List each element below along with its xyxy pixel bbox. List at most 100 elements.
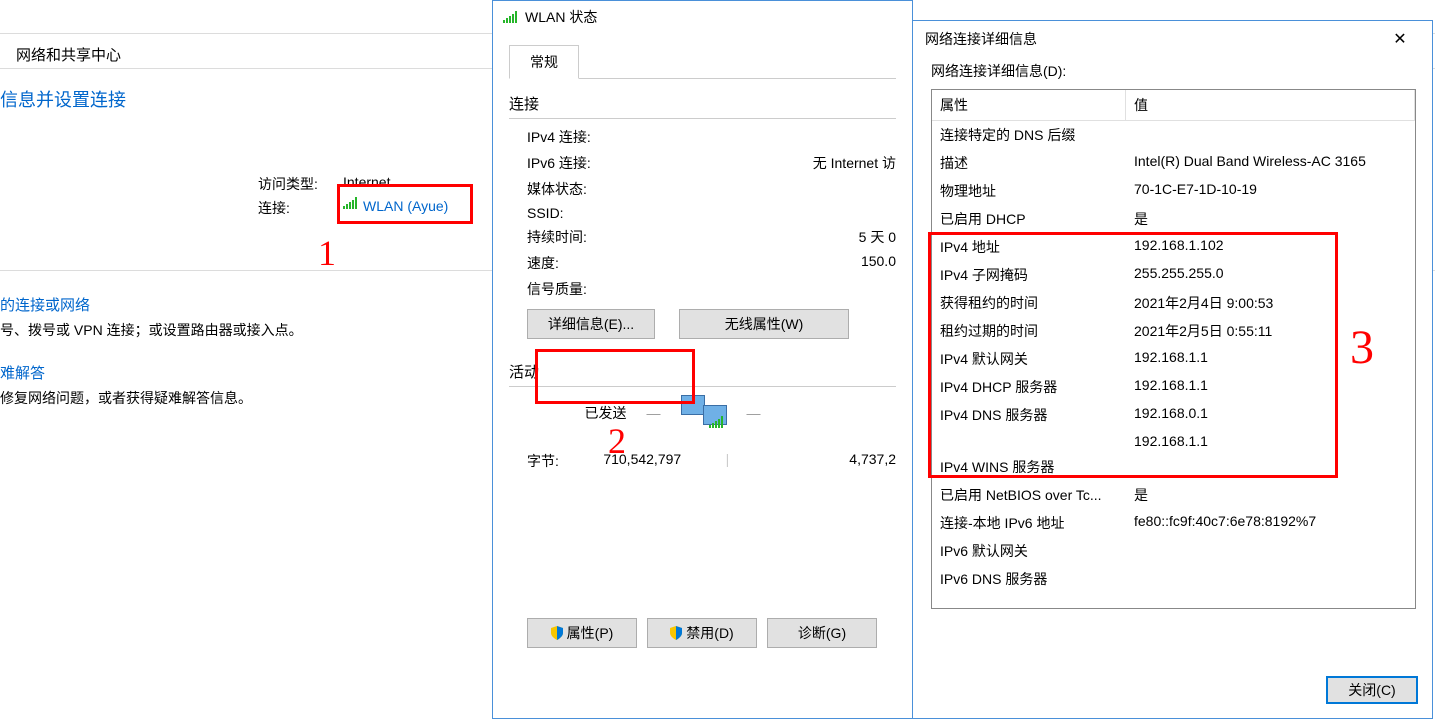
details-row[interactable]: IPv4 DNS 服务器192.168.0.1 — [932, 401, 1415, 429]
connection-details-window: 网络连接详细信息 ✕ 网络连接详细信息(D): 属性 值 连接特定的 DNS 后… — [912, 20, 1433, 719]
connections-label: 连接: — [258, 200, 290, 216]
duration-label: 持续时间: — [527, 227, 587, 247]
details-row[interactable]: IPv4 默认网关192.168.1.1 — [932, 345, 1415, 373]
details-property: 连接-本地 IPv6 地址 — [932, 511, 1126, 535]
details-listbox[interactable]: 属性 值 连接特定的 DNS 后缀描述Intel(R) Dual Band Wi… — [931, 89, 1416, 609]
signal-quality-label: 信号质量: — [527, 279, 587, 299]
details-row[interactable]: 192.168.1.1 — [932, 429, 1415, 453]
wifi-signal-icon — [343, 197, 359, 209]
details-value — [1126, 123, 1415, 147]
details-row[interactable]: 租约过期的时间2021年2月5日 0:55:11 — [932, 317, 1415, 345]
details-property: 已启用 DHCP — [932, 207, 1126, 231]
details-property: 租约过期的时间 — [932, 319, 1126, 343]
details-property: IPv4 WINS 服务器 — [932, 455, 1126, 479]
details-value: fe80::fc9f:40c7:6e78:8192%7 — [1126, 511, 1415, 535]
close-dialog-button[interactable]: 关闭(C) — [1326, 676, 1418, 704]
details-value: 是 — [1126, 483, 1415, 507]
details-row[interactable]: 已启用 DHCP是 — [932, 205, 1415, 233]
media-state-label: 媒体状态: — [527, 179, 587, 199]
details-property: IPv4 DNS 服务器 — [932, 403, 1126, 427]
section-new-connection-desc: 号、拨号或 VPN 连接；或设置路由器或接入点。 — [0, 320, 303, 340]
section-new-connection-link[interactable]: 的连接或网络 — [0, 294, 90, 315]
section-troubleshoot-desc: 修复网络问题，或者获得疑难解答信息。 — [0, 388, 252, 408]
sent-label: 已发送 — [585, 403, 627, 423]
details-value — [1126, 539, 1415, 563]
details-property: IPv4 地址 — [932, 235, 1126, 259]
shield-icon — [551, 626, 563, 640]
details-value: 是 — [1126, 207, 1415, 231]
column-header-value[interactable]: 值 — [1126, 90, 1415, 121]
window-title-ncp: 网络和共享中心 — [16, 44, 121, 65]
details-property: 连接特定的 DNS 后缀 — [932, 123, 1126, 147]
details-value: Intel(R) Dual Band Wireless-AC 3165 — [1126, 151, 1415, 175]
diagnose-button[interactable]: 诊断(G) — [767, 618, 877, 648]
details-row[interactable]: 连接特定的 DNS 后缀 — [932, 121, 1415, 149]
details-value: 192.168.0.1 — [1126, 403, 1415, 427]
ipv4-conn-label: IPv4 连接: — [527, 127, 591, 147]
bytes-recv-value: 4,737,2 — [729, 451, 896, 471]
wlan-status-title: WLAN 状态 — [525, 7, 597, 27]
details-row[interactable]: IPv6 DNS 服务器 — [932, 565, 1415, 593]
wlan-status-titlebar[interactable]: WLAN 状态 — [493, 1, 912, 35]
details-property: IPv4 子网掩码 — [932, 263, 1126, 287]
details-list-label: 网络连接详细信息(D): — [931, 61, 1416, 81]
details-property: IPv4 DHCP 服务器 — [932, 375, 1126, 399]
details-row[interactable]: IPv6 默认网关 — [932, 537, 1415, 565]
details-property: 描述 — [932, 151, 1126, 175]
details-row[interactable]: IPv4 地址192.168.1.102 — [932, 233, 1415, 261]
details-row[interactable]: 描述Intel(R) Dual Band Wireless-AC 3165 — [932, 149, 1415, 177]
wlan-status-window: WLAN 状态 常规 连接 IPv4 连接: IPv6 连接: 无 Interne… — [492, 0, 913, 719]
details-titlebar[interactable]: 网络连接详细信息 ✕ — [913, 21, 1432, 61]
details-value: 192.168.1.1 — [1126, 431, 1415, 451]
ipv6-conn-value: 无 Internet 访 — [813, 153, 896, 173]
bytes-label: 字节: — [527, 451, 559, 471]
connection-link-wlan[interactable]: WLAN (Ayue) — [363, 198, 448, 214]
disable-button[interactable]: 禁用(D) — [647, 618, 757, 648]
details-property: IPv6 默认网关 — [932, 539, 1126, 563]
column-header-property[interactable]: 属性 — [932, 90, 1126, 121]
details-property: 已启用 NetBIOS over Tc... — [932, 483, 1126, 507]
annotation-number-1: 1 — [318, 232, 336, 274]
details-value — [1126, 567, 1415, 591]
section-troubleshoot-link[interactable]: 难解答 — [0, 362, 45, 383]
heading-info-setup: 信息并设置连接 — [0, 86, 126, 112]
bytes-sent-value: 710,542,797 — [559, 451, 726, 471]
details-window-title: 网络连接详细信息 — [925, 29, 1037, 49]
shield-icon — [670, 626, 682, 640]
details-property: IPv4 默认网关 — [932, 347, 1126, 371]
wireless-properties-button[interactable]: 无线属性(W) — [679, 309, 849, 339]
ssid-label: SSID: — [527, 205, 564, 221]
details-row[interactable]: IPv4 WINS 服务器 — [932, 453, 1415, 481]
details-row[interactable]: IPv4 DHCP 服务器192.168.1.1 — [932, 373, 1415, 401]
activity-section-label: 活动 — [509, 361, 896, 382]
details-value: 70-1C-E7-1D-10-19 — [1126, 179, 1415, 203]
details-row[interactable]: 已启用 NetBIOS over Tc...是 — [932, 481, 1415, 509]
speed-value: 150.0 — [861, 253, 896, 273]
details-value: 2021年2月5日 0:55:11 — [1126, 319, 1415, 343]
speed-label: 速度: — [527, 253, 559, 273]
details-value: 192.168.1.102 — [1126, 235, 1415, 259]
details-property: 物理地址 — [932, 179, 1126, 203]
properties-button[interactable]: 属性(P) — [527, 618, 637, 648]
details-value: 255.255.255.0 — [1126, 263, 1415, 287]
access-type-value: Internet — [343, 174, 390, 190]
ipv6-conn-label: IPv6 连接: — [527, 153, 591, 173]
details-row[interactable]: 物理地址70-1C-E7-1D-10-19 — [932, 177, 1415, 205]
network-activity-icon — [681, 395, 727, 431]
details-button[interactable]: 详细信息(E)... — [527, 309, 655, 339]
details-property — [932, 431, 1126, 451]
details-row[interactable]: IPv4 子网掩码255.255.255.0 — [932, 261, 1415, 289]
details-property: IPv6 DNS 服务器 — [932, 567, 1126, 591]
wifi-signal-icon — [503, 11, 519, 23]
access-type-label: 访问类型: — [258, 176, 318, 192]
connection-section-label: 连接 — [509, 93, 896, 114]
details-value: 192.168.1.1 — [1126, 375, 1415, 399]
details-row[interactable]: 获得租约的时间2021年2月4日 9:00:53 — [932, 289, 1415, 317]
duration-value: 5 天 0 — [859, 227, 896, 247]
tab-general[interactable]: 常规 — [509, 45, 579, 79]
details-row[interactable]: 连接-本地 IPv6 地址fe80::fc9f:40c7:6e78:8192%7 — [932, 509, 1415, 537]
details-value: 192.168.1.1 — [1126, 347, 1415, 371]
close-button[interactable]: ✕ — [1378, 29, 1422, 49]
details-value: 2021年2月4日 9:00:53 — [1126, 291, 1415, 315]
details-value — [1126, 455, 1415, 479]
